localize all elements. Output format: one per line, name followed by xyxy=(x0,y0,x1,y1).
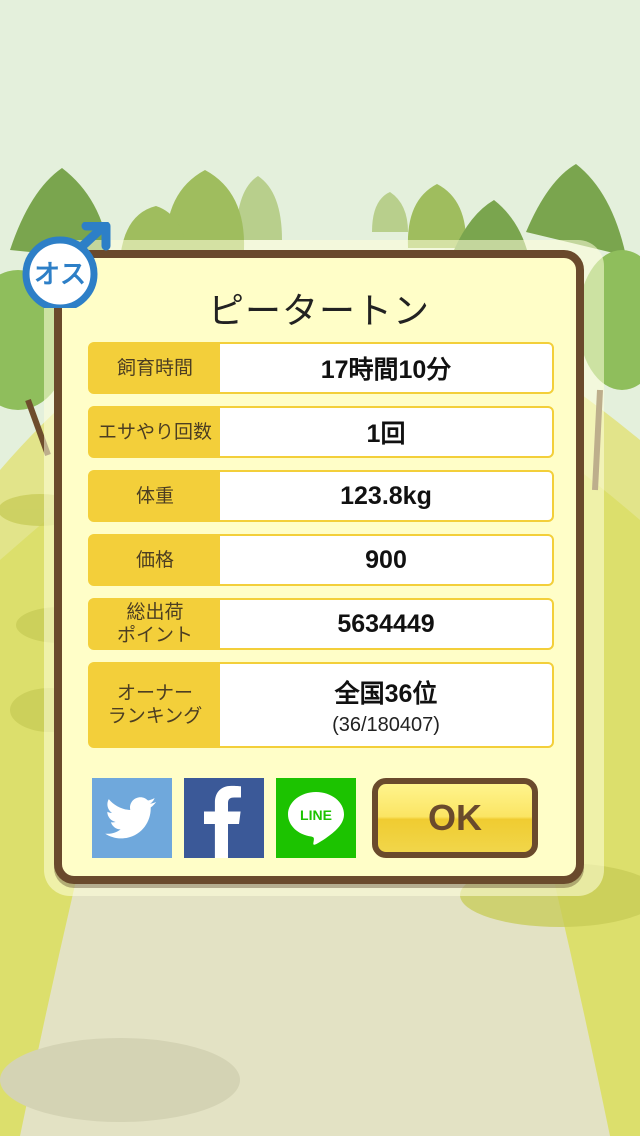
stats-list: 飼育時間 17時間10分 エサやり回数 1回 体重 123.8kg 価格 900… xyxy=(88,342,558,760)
facebook-f-icon xyxy=(204,785,241,858)
stat-label: 価格 xyxy=(135,548,174,571)
ranking-value: 全国36位 xyxy=(334,679,438,708)
stat-value: 123.8kg xyxy=(220,472,552,520)
stat-value: 全国36位 (36/180407) xyxy=(220,664,552,746)
line-logo-text: LINE xyxy=(300,807,332,823)
stat-row-feed-count: エサやり回数 1回 xyxy=(88,406,554,458)
twitter-bird-icon xyxy=(105,797,156,839)
twitter-share-button[interactable] xyxy=(92,778,172,858)
stat-label: オーナー ランキング xyxy=(107,682,203,727)
stat-label: 体重 xyxy=(135,484,174,507)
stat-value: 17時間10分 xyxy=(220,344,552,392)
stat-label: エサやり回数 xyxy=(97,420,212,443)
stat-label: 総出荷 ポイント xyxy=(116,601,193,646)
pet-name: ピータートン xyxy=(207,291,430,332)
male-symbol-icon: オス xyxy=(22,222,111,308)
stat-value: 1回 xyxy=(220,408,552,456)
stat-row-owner-ranking: オーナー ランキング 全国36位 (36/180407) xyxy=(88,662,554,748)
gender-text: オス xyxy=(34,260,86,290)
stat-row-weight: 体重 123.8kg xyxy=(88,470,554,522)
facebook-share-button[interactable] xyxy=(184,778,264,858)
ok-button[interactable]: OK xyxy=(372,778,538,858)
stat-row-care-time: 飼育時間 17時間10分 xyxy=(88,342,554,394)
stat-value: 5634449 xyxy=(220,600,552,648)
stat-label: 飼育時間 xyxy=(116,356,193,379)
line-share-button[interactable]: LINE xyxy=(276,778,356,858)
pet-status-dialog: ピータートン 飼育時間 17時間10分 エサやり回数 1回 体重 123.8kg… xyxy=(54,250,584,884)
line-bubble-icon: LINE xyxy=(288,792,344,845)
stat-row-shipping-points: 総出荷 ポイント 5634449 xyxy=(88,598,554,650)
stat-value: 900 xyxy=(220,536,552,584)
stat-row-price: 価格 900 xyxy=(88,534,554,586)
ranking-detail: (36/180407) xyxy=(332,713,440,736)
